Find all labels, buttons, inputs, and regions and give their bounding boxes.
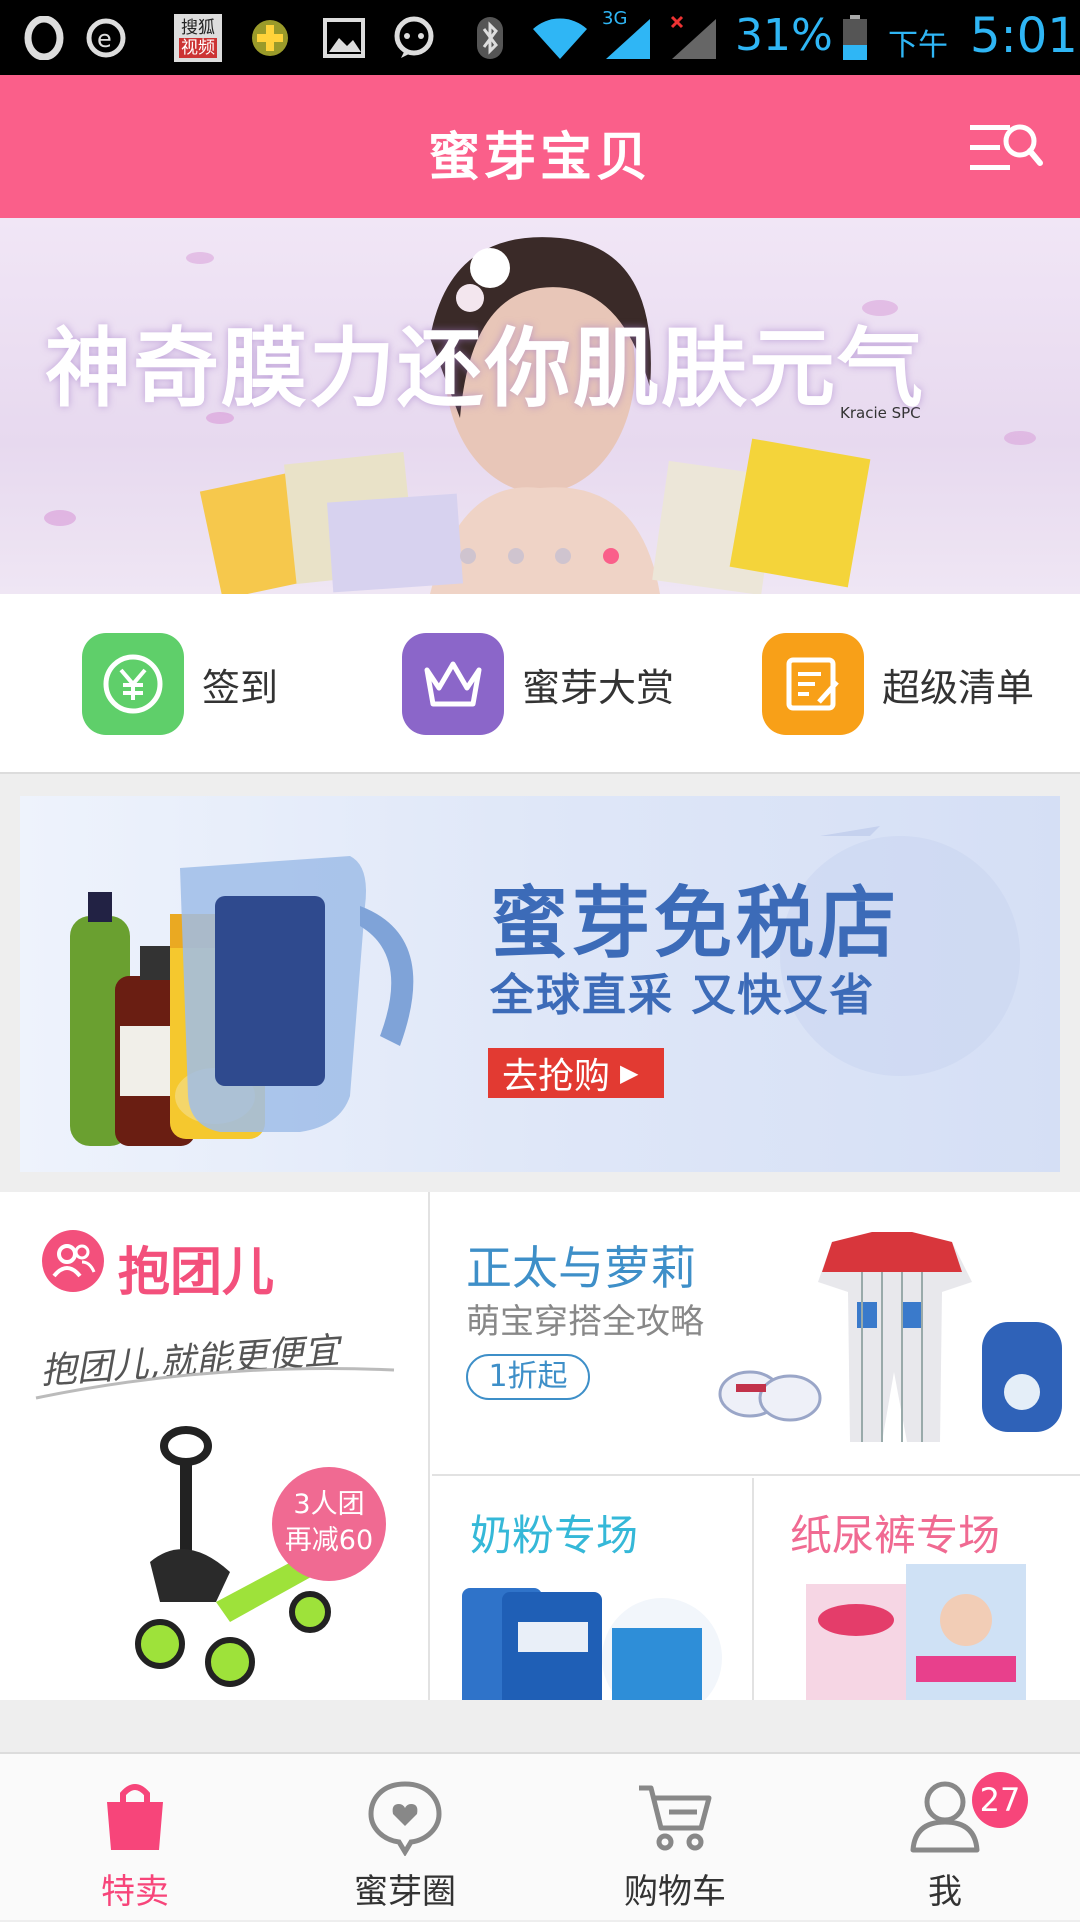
outfit-title: 正太与萝莉	[466, 1241, 696, 1295]
outfit-subtitle: 萌宝穿搭全攻略	[466, 1302, 704, 1342]
ie-browser-icon: e	[80, 14, 132, 62]
quick-menu-awards[interactable]: 蜜芽大赏	[402, 632, 674, 736]
diaper-pack-image	[806, 1564, 1026, 1700]
play-arrow-icon: ▶	[620, 1059, 639, 1087]
milk-powder-image	[462, 1588, 722, 1700]
app-header: 蜜芽宝贝	[0, 75, 1080, 218]
app-title: 蜜芽宝贝	[427, 128, 652, 188]
quick-menu: 签到 蜜芽大赏 超级清单	[0, 594, 1080, 774]
tab-label: 特卖	[101, 1872, 169, 1912]
tab-sale[interactable]: 特卖	[0, 1754, 270, 1922]
sohu-label-2: 视频	[179, 38, 217, 58]
battery-percent: 31%	[735, 10, 833, 61]
menu-search-icon[interactable]	[968, 117, 1044, 177]
quick-menu-label: 签到	[202, 665, 279, 710]
crown-icon	[402, 633, 504, 735]
quick-menu-superlist[interactable]: 超级清单	[762, 632, 1034, 736]
tab-cart[interactable]: 购物车	[540, 1754, 810, 1922]
diaper-card[interactable]: 纸尿裤专场	[756, 1478, 1080, 1700]
badge-line-1: 3人团	[293, 1489, 365, 1520]
category-grid: 抱团儿 抱团儿,就能更便宜 3人团 再减60 正太与萝莉 萌宝穿搭全攻略 1折起	[0, 1192, 1080, 1700]
outfit-discount-tag: 1折起	[466, 1354, 590, 1400]
plus-app-icon	[246, 14, 294, 62]
tab-circle[interactable]: 蜜芽圈	[270, 1754, 540, 1922]
carousel-dot-1[interactable]	[460, 548, 476, 564]
user-icon	[905, 1776, 985, 1856]
me-notification-badge: 27	[972, 1772, 1028, 1828]
kids-outfit-card[interactable]: 正太与萝莉 萌宝穿搭全攻略 1折起	[432, 1192, 1080, 1476]
grab-now-button[interactable]: 去抢购 ▶	[488, 1048, 664, 1098]
cart-icon	[635, 1776, 715, 1856]
tab-label: 我	[928, 1872, 962, 1912]
promo-banner[interactable]: Kracie SPC 神奇膜力还你肌肤元气	[0, 218, 1080, 594]
checklist-icon	[762, 633, 864, 735]
milk-powder-card[interactable]: 奶粉专场	[432, 1478, 754, 1700]
time-ampm: 下午	[888, 28, 948, 63]
image-icon	[320, 14, 368, 62]
group-discount-badge: 3人团 再减60	[272, 1467, 386, 1581]
shopping-bag-icon	[95, 1776, 175, 1856]
diaper-title: 纸尿裤专场	[790, 1511, 1001, 1560]
quick-menu-label: 蜜芽大赏	[522, 665, 675, 710]
baby-clothes-image	[718, 1232, 1062, 1442]
group-people-icon	[42, 1230, 104, 1292]
tab-label: 蜜芽圈	[354, 1872, 456, 1912]
signal-3g-icon: 3G	[600, 8, 656, 62]
yen-coin-icon	[82, 633, 184, 735]
chat-icon	[388, 14, 440, 62]
carousel-dot-3[interactable]	[555, 548, 571, 564]
duty-free-subtitle: 全球直采 又快又省	[490, 970, 876, 1021]
tab-me[interactable]: 我	[810, 1754, 1080, 1922]
heart-bubble-icon	[365, 1776, 445, 1857]
svg-text:e: e	[97, 25, 112, 53]
network-type: 3G	[602, 8, 628, 29]
carousel-dot-4-active[interactable]	[603, 548, 619, 564]
sohu-video-icon: 搜狐 视频	[174, 14, 222, 62]
sohu-label-1: 搜狐	[181, 18, 215, 38]
quick-menu-label: 超级清单	[882, 665, 1035, 710]
clock: 5:01	[970, 8, 1078, 64]
bluetooth-icon	[470, 14, 510, 62]
group-buy-card[interactable]: 抱团儿 抱团儿,就能更便宜 3人团 再减60	[0, 1192, 430, 1700]
status-bar: e 搜狐 视频 3G 31% 下午 5:01	[0, 0, 1080, 75]
bottom-tab-bar: 特卖 蜜芽圈 购物车 我	[0, 1752, 1080, 1920]
wifi-icon	[530, 14, 590, 62]
group-buy-title: 抱团儿	[118, 1243, 275, 1303]
milk-title: 奶粉专场	[470, 1511, 639, 1560]
badge-line-2: 再减60	[284, 1525, 374, 1556]
quick-menu-checkin[interactable]: 签到	[82, 632, 278, 736]
tab-label: 购物车	[624, 1872, 726, 1912]
duty-free-banner[interactable]: 蜜芽免税店 全球直采 又快又省 去抢购 ▶	[20, 796, 1060, 1172]
banner-headline: 神奇膜力还你肌肤元气	[45, 319, 925, 419]
duty-free-title: 蜜芽免税店	[490, 879, 901, 969]
slogan-swoosh	[35, 1367, 395, 1400]
opera-icon	[20, 14, 68, 62]
battery-icon	[840, 14, 870, 62]
signal-sim2-icon	[666, 14, 722, 62]
carousel-dot-2[interactable]	[508, 548, 524, 564]
grab-now-label: 去抢购	[502, 1056, 611, 1097]
